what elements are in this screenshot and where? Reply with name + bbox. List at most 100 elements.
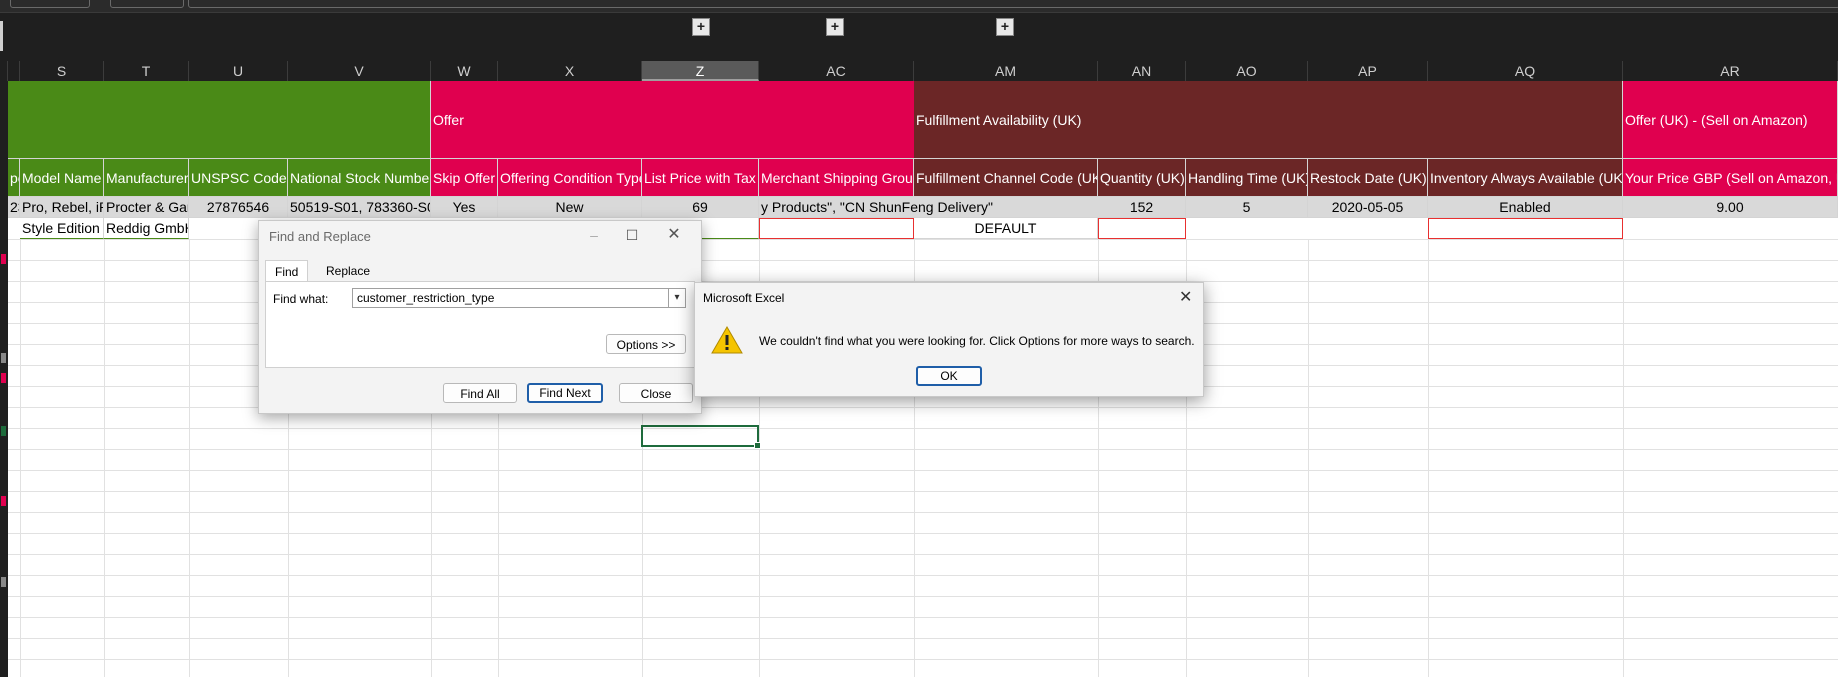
data-cell[interactable]: Yes bbox=[431, 197, 498, 218]
column-header-T[interactable]: T bbox=[104, 61, 189, 81]
close-icon[interactable]: ✕ bbox=[663, 225, 685, 245]
grid-line bbox=[20, 239, 21, 677]
options-button[interactable]: Options >> bbox=[606, 334, 686, 354]
column-header-U[interactable]: U bbox=[189, 61, 288, 81]
name-box[interactable] bbox=[10, 0, 90, 8]
data-cell[interactable]: 5 bbox=[1186, 197, 1308, 218]
expand-group-button[interactable]: + bbox=[692, 18, 710, 36]
message-box: Microsoft Excel ✕ We couldn't find what … bbox=[694, 282, 1204, 397]
header-cell[interactable]: Offering Condition Type bbox=[498, 159, 642, 197]
find-what-input[interactable]: customer_restriction_type ▾ bbox=[352, 288, 686, 308]
find-replace-dialog: Find and Replace – ☐ ✕ Find Replace Find… bbox=[258, 220, 702, 414]
column-header-AO[interactable]: AO bbox=[1186, 61, 1308, 81]
group-band-offer: Offer bbox=[431, 81, 922, 159]
row-header-strip bbox=[0, 81, 8, 677]
ok-button[interactable]: OK bbox=[916, 366, 982, 386]
header-cell[interactable]: UNSPSC Code bbox=[189, 159, 288, 197]
header-cell[interactable]: Model Name bbox=[20, 159, 104, 197]
column-header-AC[interactable]: AC bbox=[759, 61, 914, 81]
header-cell[interactable]: Skip Offer bbox=[431, 159, 498, 197]
column-header-V[interactable]: V bbox=[288, 61, 431, 81]
field-header-row: pe Model Name Manufacturer UNSPSC Code N… bbox=[8, 159, 1838, 197]
data-cell[interactable]: Pro, Rebel, iP bbox=[20, 197, 104, 218]
group-band-offer-uk: Offer (UK) - (Sell on Amazon) bbox=[1623, 81, 1838, 159]
warning-icon bbox=[711, 325, 743, 354]
maximize-icon[interactable]: ☐ bbox=[621, 225, 643, 245]
data-cell[interactable]: 27876546 bbox=[189, 197, 288, 218]
data-cell[interactable]: Procter & Gamble bbox=[104, 197, 189, 218]
row-marker bbox=[1, 373, 6, 383]
grid-line bbox=[1308, 239, 1309, 677]
group-band-green bbox=[8, 81, 431, 159]
data-cell[interactable]: Reddig GmbH bbox=[104, 218, 189, 239]
header-cell[interactable]: National Stock Number bbox=[288, 159, 431, 197]
formula-input[interactable] bbox=[188, 0, 1838, 8]
group-header-row: Offer Fulfillment Availability (UK) Offe… bbox=[8, 81, 1838, 159]
row-marker bbox=[1, 254, 6, 264]
message-box-title: Microsoft Excel bbox=[703, 291, 785, 305]
row-marker bbox=[1, 577, 6, 587]
row-marker bbox=[1, 496, 6, 506]
column-header-AN[interactable]: AN bbox=[1098, 61, 1186, 81]
column-header-X[interactable]: X bbox=[498, 61, 642, 81]
expand-group-button[interactable]: + bbox=[826, 18, 844, 36]
column-header-S[interactable]: S bbox=[20, 61, 104, 81]
header-cell[interactable]: Manufacturer bbox=[104, 159, 189, 197]
active-cell[interactable] bbox=[641, 425, 761, 449]
row-marker bbox=[1, 426, 6, 436]
group-header-offer-uk: Offer (UK) - (Sell on Amazon) bbox=[1625, 111, 1808, 128]
find-all-button[interactable]: Find All bbox=[443, 383, 517, 403]
data-cell[interactable]: 152 bbox=[1098, 197, 1186, 218]
column-header-AP[interactable]: AP bbox=[1308, 61, 1428, 81]
data-cell[interactable]: New bbox=[498, 197, 642, 218]
data-cell[interactable] bbox=[1428, 218, 1623, 239]
header-cell[interactable]: Merchant Shipping Group bbox=[759, 159, 914, 197]
data-cell[interactable] bbox=[759, 218, 914, 239]
select-all-corner[interactable] bbox=[0, 61, 8, 81]
outline-level-marker bbox=[0, 21, 3, 51]
expand-group-button[interactable]: + bbox=[996, 18, 1014, 36]
column-header-W[interactable]: W bbox=[431, 61, 498, 81]
header-cell[interactable]: Restock Date (UK) bbox=[1308, 159, 1428, 197]
header-cell[interactable]: Your Price GBP (Sell on Amazon, UK) bbox=[1623, 159, 1838, 197]
table-row: 23 Pro, Rebel, iP Procter & Gamble 27876… bbox=[8, 197, 1838, 218]
grid-line bbox=[104, 239, 105, 677]
header-cell[interactable]: List Price with Tax bbox=[642, 159, 759, 197]
data-cell[interactable]: 2020-05-05 bbox=[1308, 197, 1428, 218]
data-cell[interactable]: Enabled bbox=[1428, 197, 1623, 218]
formula-bar-strip bbox=[0, 0, 1838, 13]
tab-replace[interactable]: Replace bbox=[317, 260, 379, 282]
data-cell[interactable]: y Products", "CN ShunFeng Delivery" bbox=[759, 197, 1098, 218]
outline-group-band: + + + bbox=[0, 13, 1838, 61]
tab-find[interactable]: Find bbox=[265, 260, 309, 283]
data-cell[interactable]: 69 bbox=[642, 197, 759, 218]
find-what-label: Find what: bbox=[273, 292, 329, 306]
group-header-fulfillment: Fulfillment Availability (UK) bbox=[916, 111, 1082, 128]
find-next-button[interactable]: Find Next bbox=[527, 383, 603, 403]
data-cell[interactable]: 9.00 bbox=[1623, 197, 1838, 218]
column-header-AM[interactable]: AM bbox=[914, 61, 1098, 81]
data-cell[interactable] bbox=[1098, 218, 1186, 239]
chevron-down-icon[interactable]: ▾ bbox=[668, 289, 685, 307]
header-cell[interactable]: Quantity (UK) bbox=[1098, 159, 1186, 197]
group-header-offer: Offer bbox=[433, 111, 464, 128]
header-cell[interactable]: Inventory Always Available (UK) bbox=[1428, 159, 1623, 197]
data-cell[interactable]: DEFAULT bbox=[914, 218, 1098, 239]
data-cell[interactable]: Style Edition bbox=[20, 218, 104, 239]
grid-line bbox=[189, 239, 190, 677]
close-icon[interactable]: ✕ bbox=[1179, 287, 1192, 307]
header-cell[interactable]: Fulfillment Channel Code (UK) bbox=[914, 159, 1098, 197]
message-text: We couldn't find what you were looking f… bbox=[759, 334, 1195, 348]
header-cell[interactable]: pe bbox=[8, 159, 20, 197]
data-cell[interactable]: 50519-S01, 783360-S01 bbox=[288, 197, 431, 218]
column-header-AQ[interactable]: AQ bbox=[1428, 61, 1623, 81]
close-button[interactable]: Close bbox=[619, 383, 693, 403]
column-header[interactable] bbox=[8, 61, 20, 81]
data-cell[interactable]: 23 bbox=[8, 197, 20, 218]
column-header-Z[interactable]: Z bbox=[642, 61, 759, 81]
dialog-title: Find and Replace bbox=[269, 229, 371, 244]
header-cell[interactable]: Handling Time (UK) bbox=[1186, 159, 1308, 197]
column-header-AR[interactable]: AR bbox=[1623, 61, 1838, 81]
formula-button-box[interactable] bbox=[110, 0, 184, 8]
minimize-icon[interactable]: – bbox=[583, 225, 605, 245]
